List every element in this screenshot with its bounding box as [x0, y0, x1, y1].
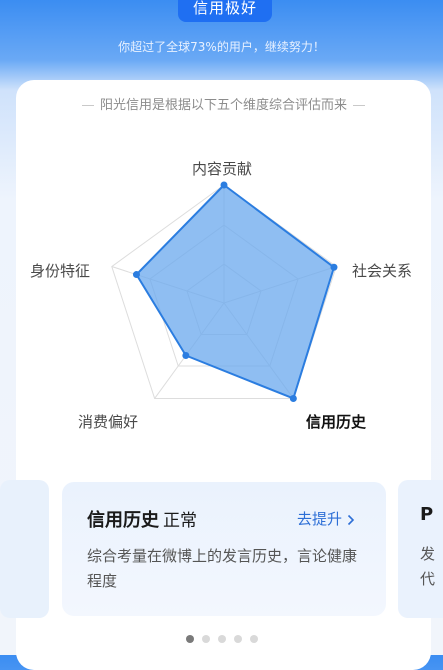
- pagination-dot[interactable]: [201, 635, 210, 643]
- improve-link[interactable]: 去提升: [297, 508, 355, 529]
- dimension-detail-card[interactable]: 信用历史 正常 去提升 综合考量在微博上的发言历史，言论健康程度: [62, 482, 386, 616]
- pagination-dot[interactable]: [249, 635, 258, 643]
- pagination-dot[interactable]: [233, 635, 242, 643]
- radar-data-point-3: [182, 352, 190, 360]
- radar-data-point-1: [330, 263, 338, 271]
- radar-data-point-2: [289, 394, 297, 402]
- detail-title: 信用历史 正常: [87, 506, 197, 532]
- chevron-right-icon[interactable]: [347, 514, 355, 526]
- next-card-desc: 发代: [420, 545, 436, 588]
- radar-data-area: [135, 183, 336, 400]
- axis-label-content-contribution[interactable]: 内容贡献: [192, 158, 252, 179]
- detail-status: 正常: [163, 511, 197, 531]
- pagination-dot[interactable]: [217, 635, 226, 643]
- radar-data-point-4: [132, 271, 140, 279]
- improve-link-label[interactable]: 去提升: [297, 510, 342, 528]
- beat-percentage-text: 你超过了全球73%的用户，继续努力！: [118, 40, 325, 54]
- axis-label-credit-history[interactable]: 信用历史: [306, 411, 366, 432]
- carousel-prev-card[interactable]: [0, 480, 49, 618]
- axis-label-consumption-preference[interactable]: 消费偏好: [78, 411, 138, 432]
- pagination-dots: [0, 628, 443, 647]
- axis-label-identity[interactable]: 身份特征: [30, 260, 90, 281]
- pagination-dot[interactable]: [185, 635, 194, 643]
- detail-dimension-name: 信用历史: [87, 510, 159, 531]
- carousel-next-card[interactable]: P 发代: [398, 480, 443, 618]
- next-card-title: P: [420, 504, 434, 525]
- credit-level-badge: 信用极好: [178, 0, 272, 22]
- detail-description: 综合考量在微博上的发言历史，言论健康程度: [87, 547, 358, 590]
- radar-data-point-0: [220, 181, 228, 189]
- axis-label-social-relations[interactable]: 社会关系: [352, 260, 412, 281]
